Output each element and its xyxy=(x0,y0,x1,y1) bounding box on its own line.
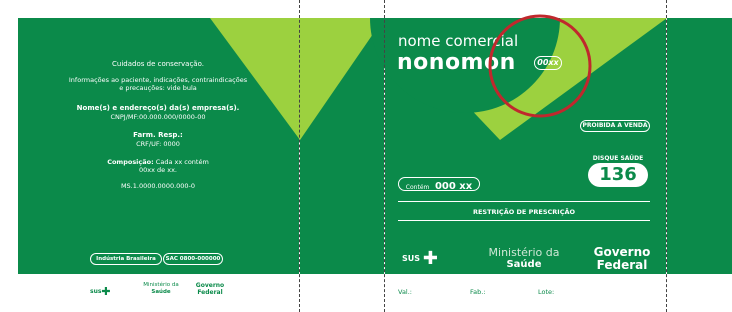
lote-label: Lote: xyxy=(538,288,555,296)
ministerio-top: Ministério da xyxy=(488,246,560,259)
proibida-badge: PROIBIDA A VENDA xyxy=(580,120,650,132)
farm-label: Farm. Resp.: xyxy=(133,131,183,139)
ministerio-bottom: Saúde xyxy=(506,259,542,270)
packaging-dieline: Cuidados de conservação. Informações ao … xyxy=(0,0,732,312)
info-line-2: e precauções: vide bula xyxy=(119,84,197,92)
governo-bottom: Federal xyxy=(596,258,648,272)
disque-label: DISQUE SAÚDE xyxy=(592,155,644,162)
fold-line xyxy=(299,0,300,312)
commercial-name: nome comercial xyxy=(398,32,519,50)
ms-number: MS.1.0000.0000.000-0 xyxy=(120,182,196,190)
crf-text: CRF/UF: 0000 xyxy=(136,140,180,148)
fab-label: Fab.: xyxy=(470,288,486,296)
info-line-1: Informações ao paciente, indicações, con… xyxy=(68,76,248,84)
care-title: Cuidados de conservação. xyxy=(112,60,204,68)
restricao-text: RESTRIÇÃO DE PRESCRIÇÃO xyxy=(472,208,576,216)
contem-value: 000 xx xyxy=(434,181,473,192)
contem-pill: Contém 000 xx xyxy=(398,177,480,192)
product-name: nonomon xyxy=(397,50,516,75)
sac-badge: SAC 0800-000000 xyxy=(163,253,223,265)
front-footer-strip xyxy=(385,274,666,298)
ministerio-small-top: Ministério da xyxy=(143,282,179,288)
company-label: Nome(s) e endereço(s) da(s) empresa(s). xyxy=(76,104,240,112)
composition-text: Cada xx contém xyxy=(155,158,209,166)
sus-text: SUS xyxy=(402,254,421,263)
governo-small-top: Governo xyxy=(195,282,225,289)
plus-icon: ✚ xyxy=(422,248,438,269)
val-label: Val.: xyxy=(398,288,412,296)
sus-logo-small: sus✚ xyxy=(90,285,111,298)
fold-line xyxy=(384,0,385,312)
industria-badge: Indústria Brasileira xyxy=(90,253,162,265)
divider-bottom xyxy=(398,220,650,221)
governo-top: Governo xyxy=(593,245,651,259)
sus-text: sus xyxy=(90,288,102,295)
composition-line: Composição: Cada xx contém xyxy=(38,158,278,166)
divider-top xyxy=(398,201,650,202)
fold-line xyxy=(666,0,667,312)
contem-label: Contém xyxy=(405,184,430,191)
cnpj-text: CNPJ/MF:00.000.000/0000-00 xyxy=(110,113,206,121)
sus-logo: SUS ✚ xyxy=(402,248,438,269)
dose-badge: 00xx xyxy=(534,56,562,70)
composition-text-2: 00xx de xx. xyxy=(139,166,177,174)
ministerio-small-bottom: Saúde xyxy=(151,289,171,295)
governo-small-bottom: Federal xyxy=(197,289,223,296)
disque-number: 136 xyxy=(588,163,648,187)
composition-label: Composição: xyxy=(107,158,154,166)
